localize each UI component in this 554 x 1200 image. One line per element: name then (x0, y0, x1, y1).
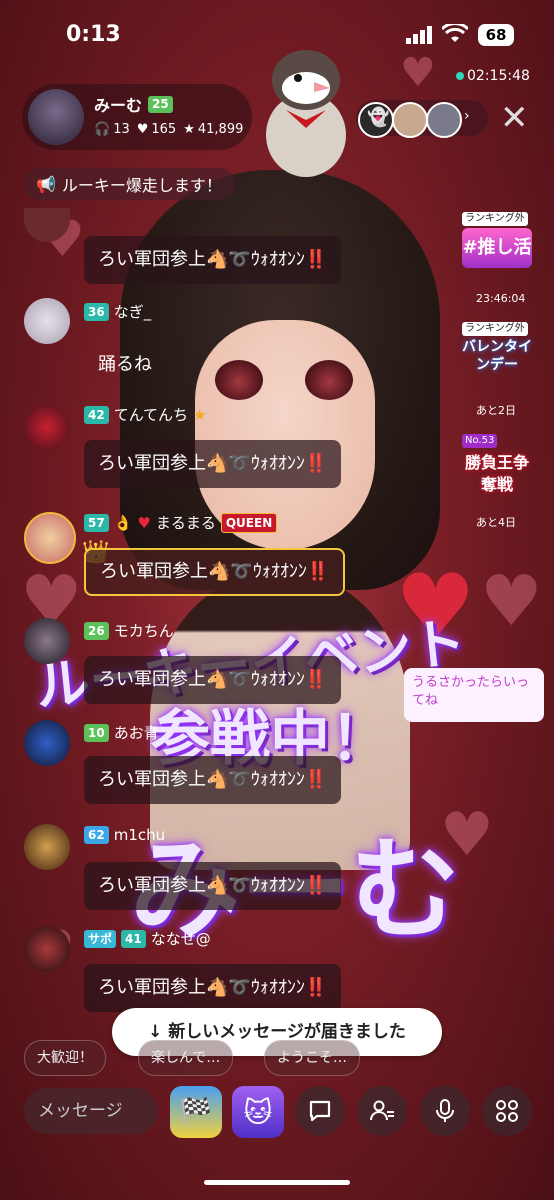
streamer-level-badge: 25 (148, 95, 173, 113)
queen-badge: QUEEN (220, 512, 278, 533)
headphones-icon: 🎧 (94, 122, 111, 137)
chat-message-text: ろい軍団参上🐴➰ｳｫｵｵﾝﾝ‼️ (84, 656, 342, 704)
chat-username[interactable]: てんてんち (114, 404, 188, 425)
streamer-name: みーむ (94, 96, 143, 115)
chat-message-text: ろい軍団参上🐴➰ｳｫｵｵﾝﾝ‼️ (84, 756, 342, 804)
rank-tag: ランキング外 (462, 212, 528, 226)
home-indicator (204, 1180, 350, 1185)
heart-icon: ♥ (137, 513, 151, 532)
comment-button[interactable] (295, 1086, 345, 1136)
chat-bubble-icon (309, 1100, 331, 1122)
close-icon[interactable]: ✕ (500, 100, 529, 136)
star-badge-icon: ★ (192, 405, 207, 424)
chat-avatar[interactable] (24, 824, 70, 870)
bird-on-head-icon (266, 50, 346, 177)
microphone-icon (436, 1099, 454, 1122)
event-banner-oshikatsu[interactable]: #推し活 (462, 228, 532, 268)
streamer-avatar[interactable] (28, 89, 84, 145)
heart-icon: ♥ (136, 122, 149, 137)
announcement-pill[interactable]: 📢 ルーキー爆走します！ (24, 168, 236, 200)
user-level-badge: 62 (84, 826, 109, 844)
viewer-avatar[interactable] (392, 102, 428, 138)
heart-decoration: ♥ (480, 560, 543, 642)
chevron-right-icon[interactable]: › (464, 108, 470, 124)
signal-icon (406, 26, 432, 44)
chat-message-text: ろい軍団参上🐴➰ｳｫｵｵﾝﾝ‼️ (84, 862, 342, 910)
chat-avatar[interactable] (24, 298, 70, 344)
chat-message-text: ろい軍団参上🐴➰ｳｫｵｵﾝﾝ‼️ (84, 964, 342, 1012)
status-bar: 0:13 68 (0, 22, 554, 52)
message-input[interactable]: メッセージ (24, 1088, 158, 1134)
rank-tag: No.53 (462, 434, 498, 448)
announcement-text: ルーキー爆走します！ (61, 176, 222, 195)
user-level-badge: 36 (84, 302, 109, 321)
stream-timer-text: 02:15:48 (467, 68, 530, 84)
chat-message-text: ろい軍団参上🐴➰ｳｫｵｵﾝﾝ‼️ (84, 440, 342, 488)
star-count: 41,899 (197, 122, 244, 137)
event-timer: あと4日 (476, 516, 516, 529)
portrait-eye-right (305, 360, 353, 400)
heart-decoration: ♥ (400, 50, 436, 96)
megaphone-icon: 📢 (36, 174, 56, 194)
quick-reply[interactable]: 楽しんで… (138, 1040, 234, 1076)
quick-reply[interactable]: ようこそ… (264, 1040, 360, 1076)
user-level-badge: 26 (84, 621, 109, 640)
quick-reply[interactable]: 大歓迎！ (24, 1040, 106, 1076)
star-icon: ★ (183, 122, 195, 137)
microphone-button[interactable] (420, 1086, 470, 1136)
chat-avatar[interactable] (24, 404, 70, 450)
chat-avatar[interactable] (24, 618, 70, 664)
chat-avatar[interactable] (24, 926, 70, 972)
streamer-profile-card[interactable]: みーむ 25 🎧 13 ♥ 165 ★ 41,899 (22, 84, 252, 150)
event-banner-valentine[interactable]: バレンタインデー (462, 338, 532, 394)
grid-menu-icon (496, 1100, 518, 1122)
portrait-eye-left (215, 360, 263, 400)
user-level-badge: 57 (84, 513, 109, 532)
chat-avatar[interactable] (24, 512, 76, 564)
chat-message-text: 踊るね (98, 354, 152, 375)
viewer-avatar[interactable] (426, 102, 462, 138)
ghost-icon: 👻 (367, 107, 390, 128)
game-app-icon[interactable]: 🏁 (170, 1086, 222, 1138)
live-dot-icon (456, 72, 464, 80)
viewer-avatars[interactable]: 👻 › (356, 100, 488, 138)
streamer-note-bubble: うるさかったらいってね (404, 668, 544, 722)
rank-tag: ランキング外 (462, 322, 528, 336)
like-count: 165 (151, 122, 177, 137)
supporter-badge: サポ (84, 929, 117, 948)
chat-username[interactable]: なぎ_ (114, 301, 152, 322)
user-list-button[interactable] (357, 1086, 407, 1136)
chat-avatar[interactable] (24, 720, 70, 766)
clock: 0:13 (66, 22, 121, 47)
ok-hand-icon: 👌 (113, 513, 133, 532)
wifi-icon (442, 24, 468, 42)
user-level-badge: 41 (121, 929, 146, 948)
viewer-avatar-ghost[interactable]: 👻 (358, 102, 394, 138)
chat-message-text: ろい軍団参上🐴➰ｳｫｵｵﾝﾝ‼️ (84, 236, 342, 284)
event-timer: 23:46:04 (476, 292, 526, 305)
person-list-icon (370, 1100, 394, 1121)
battery-indicator: 68 (478, 24, 514, 46)
chat-username[interactable]: ななせ@ (151, 928, 211, 949)
chat-username[interactable]: あお青 (114, 722, 159, 743)
listener-count: 13 (113, 122, 130, 137)
user-level-badge: 42 (84, 405, 109, 424)
stream-timer: 02:15:48 (456, 68, 530, 84)
user-level-badge: 10 (84, 723, 109, 742)
chat-username[interactable]: モカちん (114, 620, 174, 641)
event-timer: あと2日 (476, 404, 516, 417)
event-banner-shoubu[interactable]: 勝負王争奪戦 (462, 452, 532, 496)
chat-username[interactable]: まるまる (156, 512, 216, 533)
cat-app-icon[interactable]: 🐱 (232, 1086, 284, 1138)
chat-username[interactable]: m1chu (114, 826, 165, 844)
chat-message-text: ろい軍団参上🐴➰ｳｫｵｵﾝﾝ‼️ (84, 548, 346, 596)
more-menu-button[interactable] (482, 1086, 532, 1136)
